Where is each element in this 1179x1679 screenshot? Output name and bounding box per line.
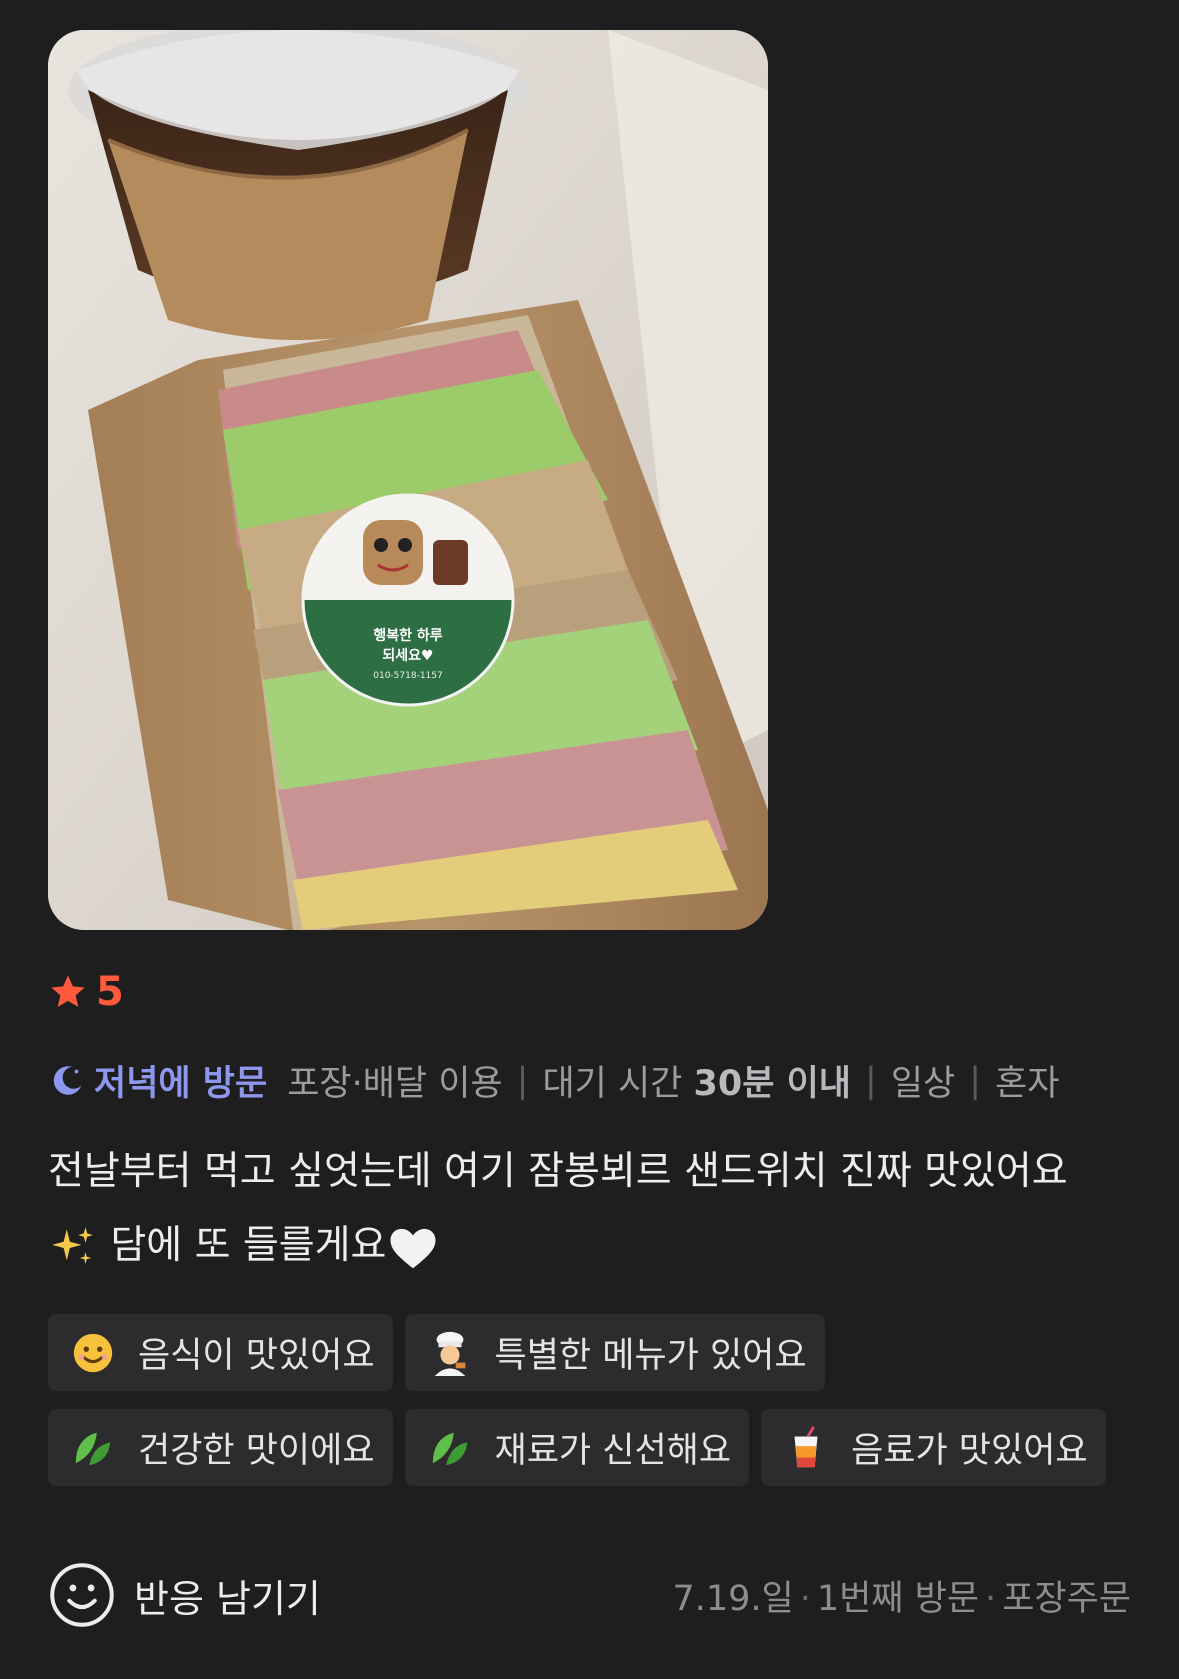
wait-value: 30분 이내 [693, 1064, 852, 1104]
visit-method: 포장·배달 이용 [287, 1064, 503, 1104]
review-footer: 반응 남기기 7.19.일 · 1번째 방문 · 포장주문 [48, 1560, 1131, 1630]
tag-label: 재료가 신선해요 [494, 1431, 732, 1471]
order-type: 포장주문 [1002, 1578, 1131, 1619]
review-line-2-wrap: 담에 또 들를게요 [48, 1209, 1138, 1283]
visit-meta: 저녁에 방문 포장·배달 이용 | 대기 시간 30분 이내 | 일상 | 혼자 [48, 1055, 1059, 1106]
visit-time: 저녁에 방문 [94, 1064, 268, 1104]
star-icon [51, 975, 85, 1007]
wait-label: 대기 시간 [542, 1064, 683, 1104]
sparkles-icon [52, 1226, 93, 1264]
smile-emoji-icon [73, 1333, 113, 1372]
visit-company: 혼자 [995, 1064, 1060, 1104]
sandwich-photo-image: 행복한 하루 되세요♥ 010-5718-1157 [48, 30, 768, 930]
tag-label: 음식이 맛있어요 [138, 1336, 375, 1376]
visit-count: 1번째 방문 [816, 1578, 980, 1619]
sticker-text-line2: 되세요♥ [382, 648, 433, 664]
divider: | [516, 1060, 529, 1101]
leave-reaction-label: 반응 남기기 [134, 1576, 321, 1621]
sticker-phone: 010-5718-1157 [373, 671, 442, 681]
moon-icon [53, 1065, 82, 1095]
sticker-text-line1: 행복한 하루 [373, 627, 442, 644]
smiley-outline-icon [50, 1563, 114, 1627]
tag-label: 음료가 맛있어요 [851, 1431, 1088, 1471]
leave-reaction-button[interactable]: 반응 남기기 [48, 1561, 321, 1629]
review-line-1: 전날부터 먹고 싶엇는데 여기 잠봉뵈르 샌드위치 진짜 맛있어요 [48, 1149, 1068, 1194]
review-line-2: 담에 또 들를게요 [110, 1223, 387, 1268]
drink-icon [794, 1425, 818, 1467]
visit-date: 7.19.일 [672, 1578, 794, 1619]
tag-label: 건강한 맛이에요 [138, 1431, 375, 1471]
white-heart-icon [390, 1228, 436, 1268]
tag-tasty-drinks[interactable]: 음료가 맛있어요 [761, 1409, 1106, 1486]
leaf-icon [432, 1432, 467, 1465]
tag-label: 특별한 메뉴가 있어요 [494, 1336, 807, 1376]
tag-special-menu[interactable]: 특별한 메뉴가 있어요 [404, 1314, 825, 1391]
rating-value: 5 [96, 969, 124, 1015]
divider: | [969, 1060, 982, 1101]
rating: 5 [48, 972, 124, 1012]
leaf-icon [75, 1432, 111, 1465]
review-photo[interactable]: 행복한 하루 되세요♥ 010-5718-1157 [48, 30, 768, 930]
tag-fresh-ingredients[interactable]: 재료가 신선해요 [404, 1409, 750, 1486]
visit-purpose: 일상 [890, 1064, 956, 1104]
tag-healthy-taste[interactable]: 건강한 맛이에요 [48, 1409, 393, 1486]
tag-food-tasty[interactable]: 음식이 맛있어요 [48, 1314, 393, 1391]
visit-info: 7.19.일 · 1번째 방문 · 포장주문 [672, 1578, 1131, 1619]
divider: | [865, 1060, 877, 1101]
review-tags: 음식이 맛있어요 특별한 메뉴가 있어요 건강한 맛이에요 재료가 신선해요 음… [48, 1314, 1148, 1504]
review-text: 전날부터 먹고 싶엇는데 여기 잠봉뵈르 샌드위치 진짜 맛있어요 담에 또 들… [48, 1135, 1138, 1283]
chef-emoji-icon [434, 1331, 465, 1376]
